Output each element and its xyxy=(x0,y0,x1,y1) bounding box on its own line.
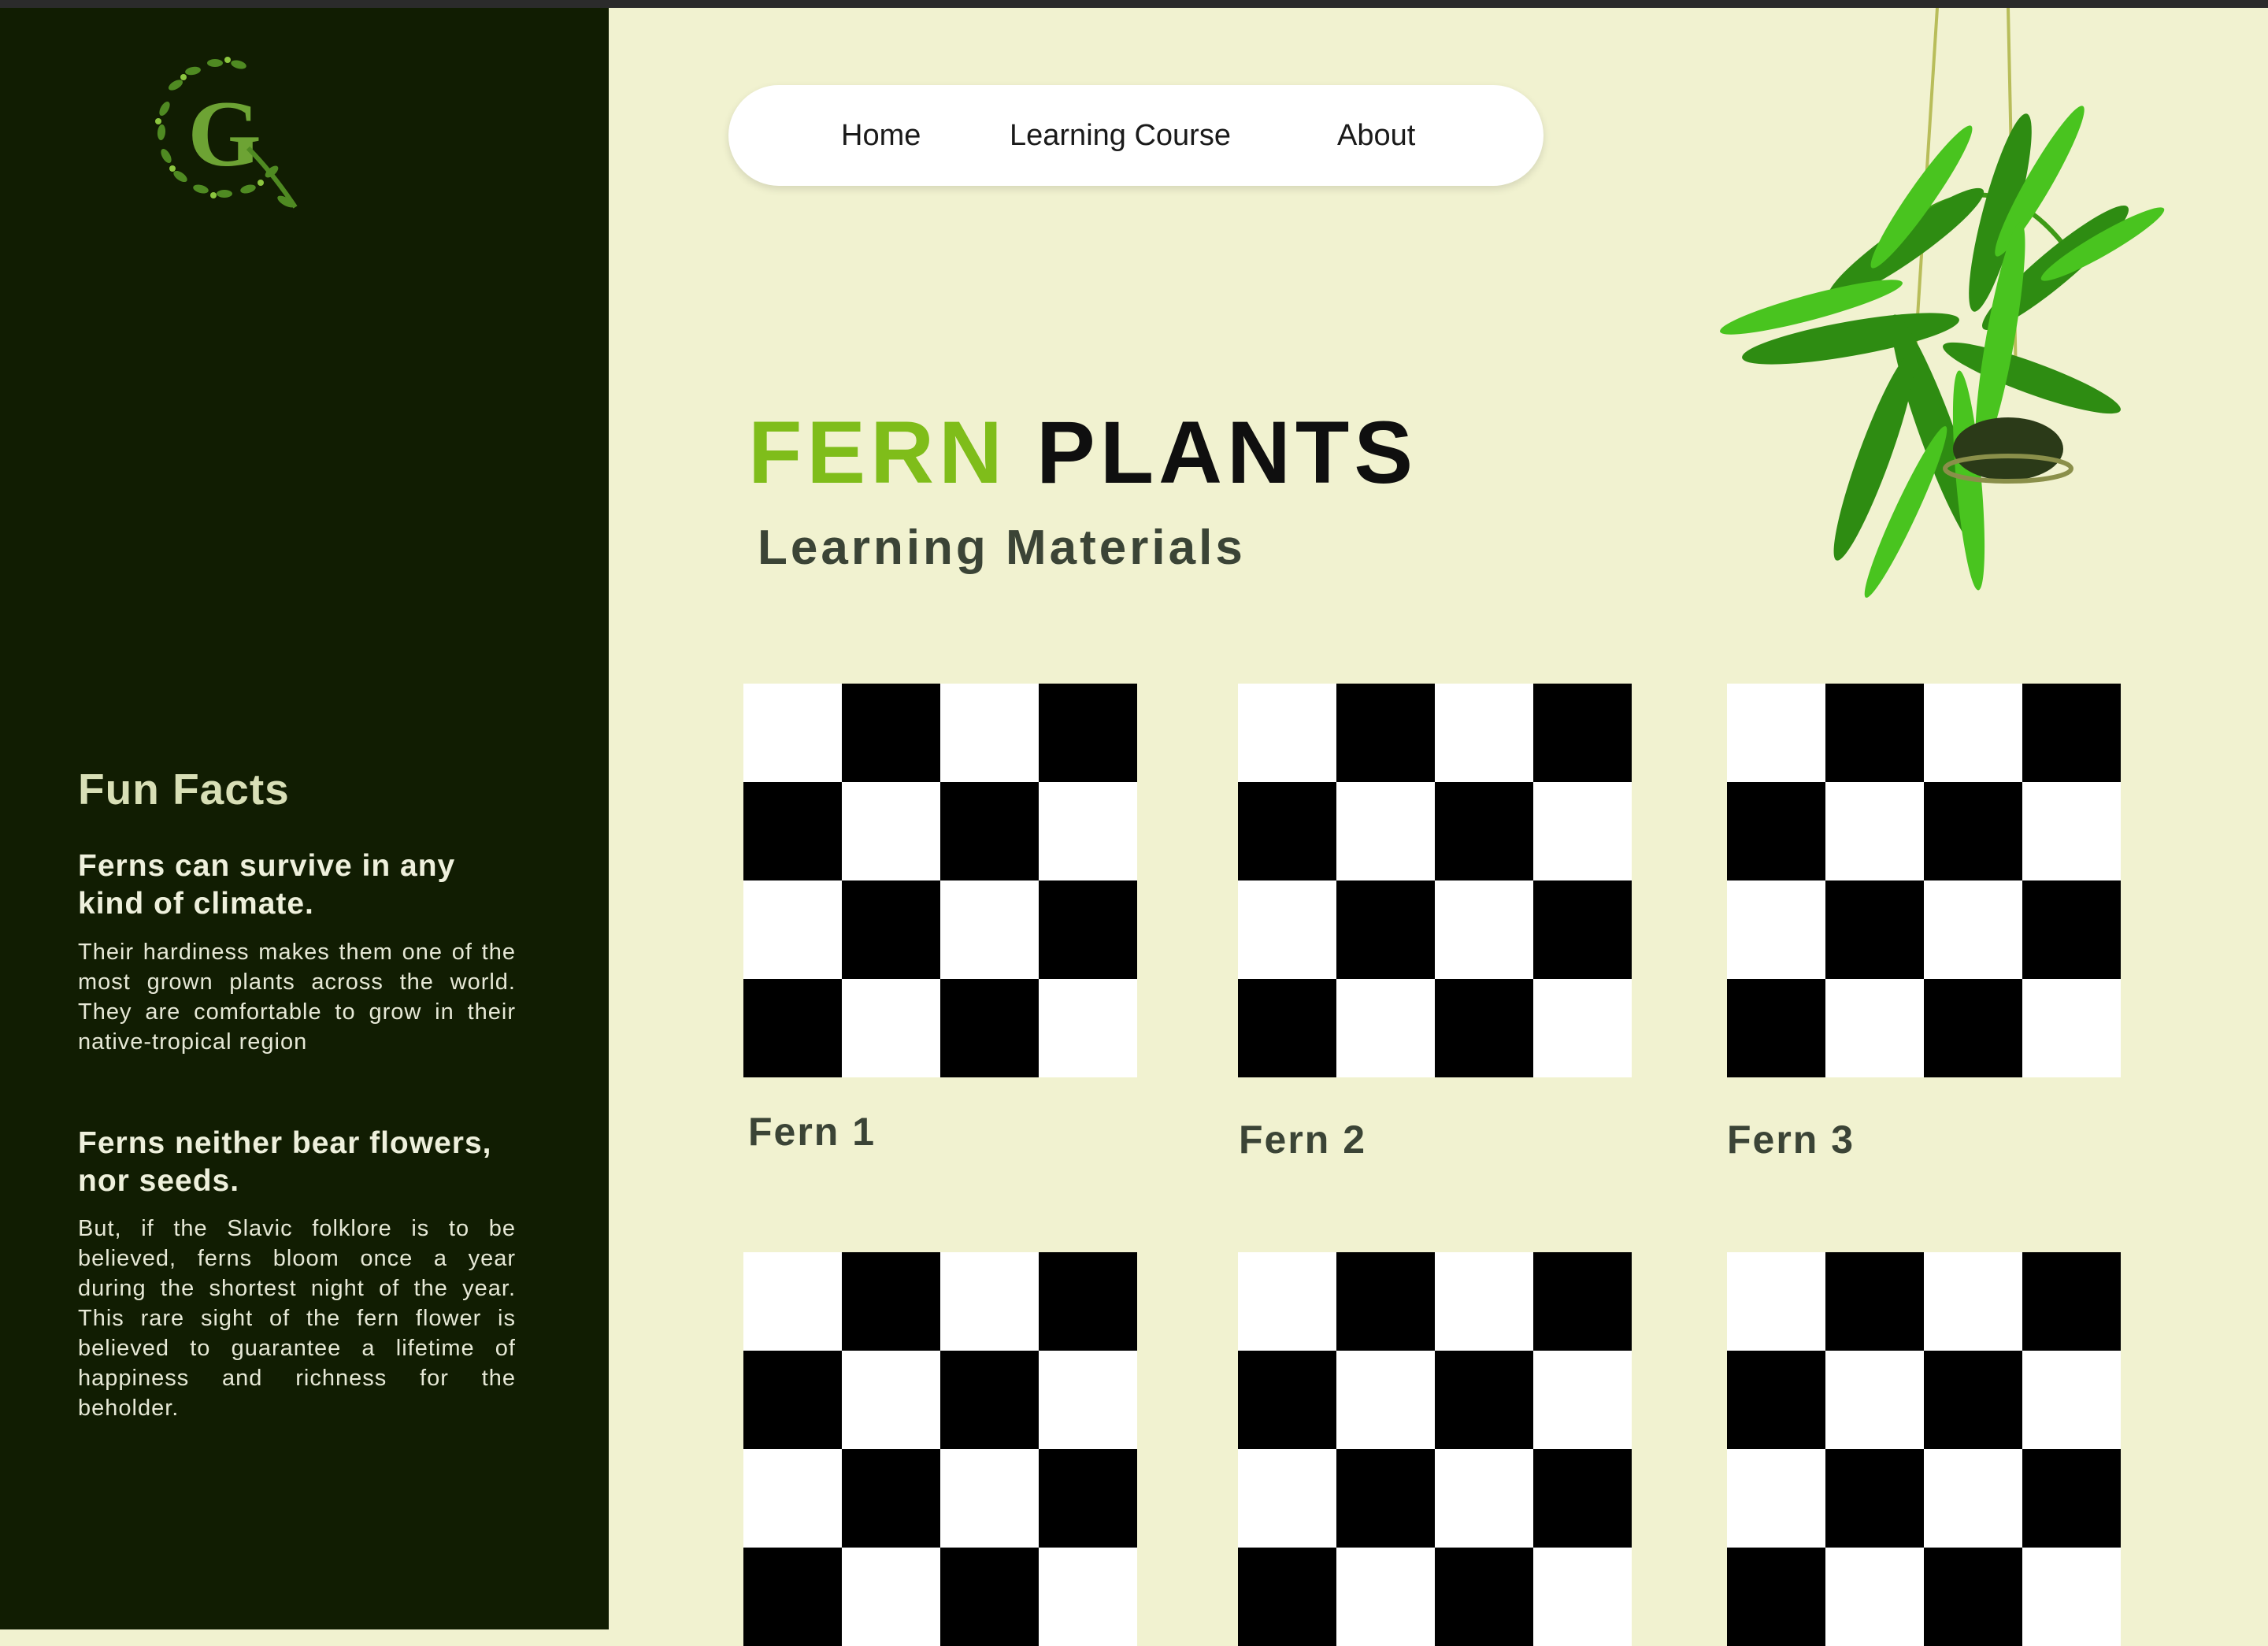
fern-card-label[interactable]: Fern 2 xyxy=(1239,1117,1366,1162)
sidebar: G Fun Facts Ferns can survive in any kin… xyxy=(0,8,609,1629)
hanging-fern-image xyxy=(1720,8,2165,598)
fern-card-image[interactable] xyxy=(743,684,1137,1077)
fern-card-image[interactable] xyxy=(1238,1252,1632,1646)
fern-card-label[interactable]: Fern 1 xyxy=(748,1109,876,1155)
title-main-word: PLANTS xyxy=(1036,403,1418,502)
fact-body: But, if the Slavic folklore is to be bel… xyxy=(78,1216,516,1421)
fact-heading: Ferns can survive in any kind of climate… xyxy=(78,849,456,921)
nav-home-link[interactable]: Home xyxy=(841,85,921,186)
fact-heading: Ferns neither bear flowers, nor seeds. xyxy=(78,1126,492,1198)
fern-card-image[interactable] xyxy=(1727,1252,2121,1646)
fern-card-image[interactable] xyxy=(1238,684,1632,1077)
nav-learning-course-link[interactable]: Learning Course xyxy=(1010,85,1231,186)
fun-facts-title: Fun Facts xyxy=(78,765,290,814)
page-title: FERN PLANTS xyxy=(748,402,1418,503)
fern-card-image[interactable] xyxy=(743,1252,1137,1646)
fact-body: Their hardiness makes them one of the mo… xyxy=(78,940,516,1055)
page-subtitle: Learning Materials xyxy=(758,521,1246,575)
top-nav: Home Learning Course About xyxy=(728,85,1544,186)
title-accent-word: FERN xyxy=(748,403,1007,502)
fern-card-label[interactable]: Fern 3 xyxy=(1727,1117,1855,1162)
fern-g-logo-icon[interactable]: G xyxy=(146,54,311,219)
nav-about-link[interactable]: About xyxy=(1337,85,1415,186)
fern-card-image[interactable] xyxy=(1727,684,2121,1077)
svg-text:G: G xyxy=(187,81,261,186)
window-top-bar xyxy=(0,0,2268,8)
